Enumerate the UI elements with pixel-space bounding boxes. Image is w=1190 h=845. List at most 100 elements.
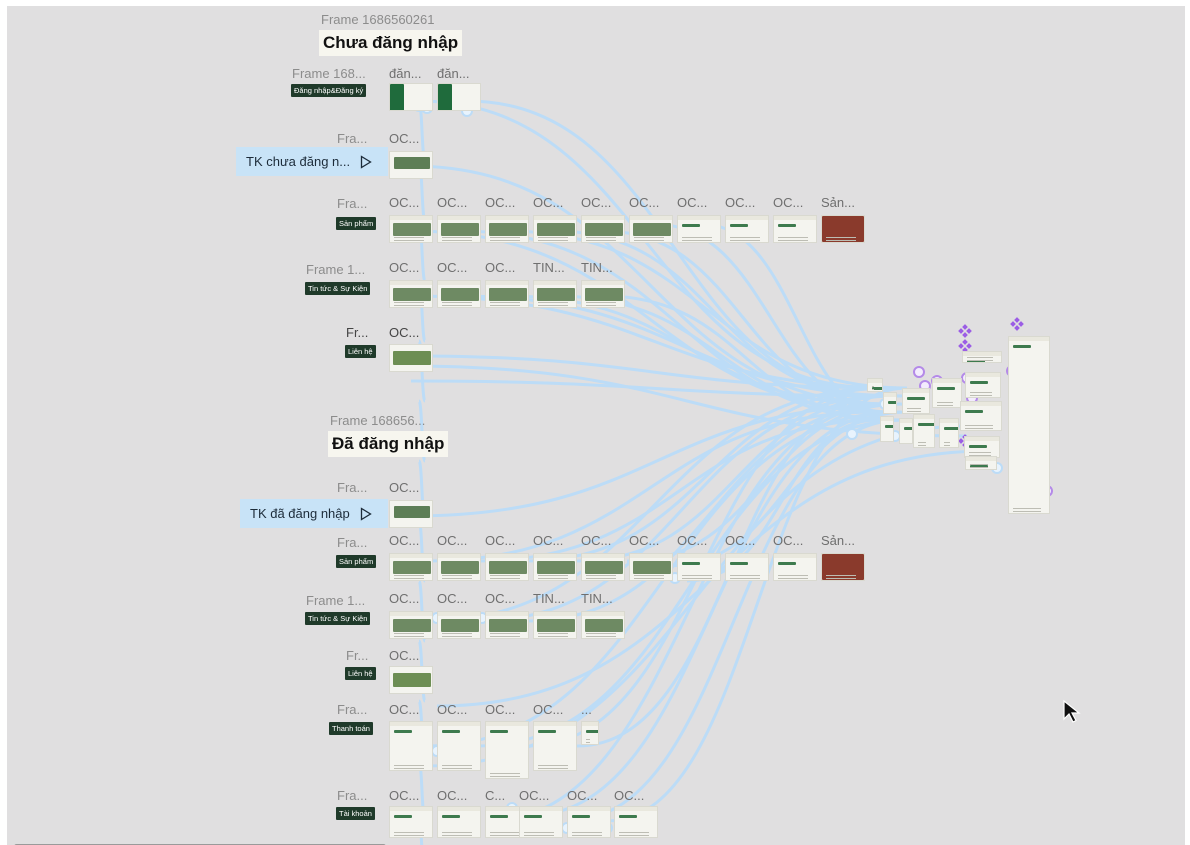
home-auth-frame-thumbnail[interactable] bbox=[389, 500, 433, 528]
frame-label[interactable]: OC... bbox=[437, 533, 467, 548]
frame-label[interactable]: OC... bbox=[677, 533, 707, 548]
frame-thumbnail[interactable] bbox=[437, 806, 481, 838]
frame-label[interactable]: TIN... bbox=[581, 260, 613, 275]
frame-label[interactable]: OC... bbox=[485, 591, 515, 606]
frame-label[interactable]: OC... bbox=[725, 533, 755, 548]
frame-thumbnail[interactable] bbox=[883, 392, 897, 414]
frame-label[interactable]: OC... bbox=[389, 591, 419, 606]
frame-thumbnail[interactable] bbox=[880, 416, 894, 442]
frame-thumbnail[interactable] bbox=[965, 372, 1001, 398]
frame-label[interactable]: OC... bbox=[437, 702, 467, 717]
frame-thumbnail[interactable] bbox=[519, 806, 563, 838]
frame-thumbnail[interactable] bbox=[821, 553, 865, 581]
frame-thumbnail[interactable] bbox=[614, 806, 658, 838]
frame-thumbnail[interactable] bbox=[677, 553, 721, 581]
frame-label[interactable]: OC... bbox=[629, 533, 659, 548]
flow-start-unauth-button[interactable]: TK chưa đăng n... bbox=[236, 147, 388, 176]
frame-thumbnail[interactable] bbox=[389, 280, 433, 308]
frame-thumbnail[interactable] bbox=[932, 378, 962, 408]
frame-label[interactable]: OC... bbox=[533, 533, 563, 548]
frame-thumbnail[interactable] bbox=[389, 806, 433, 838]
frame-thumbnail[interactable] bbox=[389, 553, 433, 581]
frame-thumbnail[interactable] bbox=[533, 553, 577, 581]
frame-thumbnail[interactable] bbox=[533, 215, 577, 243]
frame-thumbnail[interactable] bbox=[567, 806, 611, 838]
register-frame-thumbnail[interactable] bbox=[437, 83, 481, 111]
frame-label[interactable]: Fra... bbox=[337, 131, 367, 146]
frame-label[interactable]: OC... bbox=[389, 533, 419, 548]
frame-label[interactable]: OC... bbox=[485, 533, 515, 548]
frame-thumbnail[interactable] bbox=[485, 611, 529, 639]
frame-label[interactable]: OC... bbox=[389, 788, 419, 803]
frame-thumbnail[interactable] bbox=[902, 388, 930, 414]
frame-label[interactable]: OC... bbox=[485, 260, 515, 275]
frame-label[interactable]: OC... bbox=[437, 591, 467, 606]
frame-thumbnail[interactable] bbox=[485, 280, 529, 308]
frame-label-auth[interactable]: Frame 168656... bbox=[330, 413, 425, 428]
frame-label[interactable]: đăn... bbox=[389, 66, 422, 81]
frame-thumbnail[interactable] bbox=[773, 553, 817, 581]
frame-thumbnail[interactable] bbox=[725, 215, 769, 243]
contact-auth-frame-thumbnail[interactable] bbox=[389, 666, 433, 694]
frame-label[interactable]: C... bbox=[485, 788, 505, 803]
frame-thumbnail[interactable] bbox=[533, 611, 577, 639]
frame-thumbnail[interactable] bbox=[962, 351, 1002, 363]
frame-thumbnail[interactable] bbox=[581, 721, 599, 745]
frame-label[interactable]: OC... bbox=[533, 702, 563, 717]
flow-start-auth-button[interactable]: TK đã đăng nhập bbox=[240, 499, 388, 528]
frame-thumbnail[interactable] bbox=[533, 280, 577, 308]
frame-label[interactable]: OC... bbox=[485, 195, 515, 210]
section-title-auth[interactable]: Đã đăng nhập bbox=[328, 431, 449, 457]
frame-label[interactable]: Sản... bbox=[821, 195, 855, 210]
frame-label[interactable]: OC... bbox=[677, 195, 707, 210]
frame-label[interactable]: OC... bbox=[581, 533, 611, 548]
frame-label[interactable]: OC... bbox=[773, 533, 803, 548]
frame-label[interactable]: ... bbox=[581, 702, 592, 717]
frame-label-unauth[interactable]: Frame 1686560261 bbox=[321, 12, 434, 27]
frame-thumbnail[interactable] bbox=[899, 418, 913, 444]
frame-thumbnail[interactable] bbox=[960, 401, 1002, 431]
frame-thumbnail[interactable] bbox=[581, 215, 625, 243]
frame-label[interactable]: Frame 1... bbox=[306, 262, 365, 277]
frame-thumbnail[interactable] bbox=[437, 215, 481, 243]
frame-label[interactable]: Fra... bbox=[337, 535, 367, 550]
frame-thumbnail[interactable] bbox=[485, 215, 529, 243]
frame-label[interactable]: OC... bbox=[389, 702, 419, 717]
frame-thumbnail[interactable] bbox=[677, 215, 721, 243]
frame-label[interactable]: OC... bbox=[519, 788, 549, 803]
frame-label[interactable]: OC... bbox=[389, 648, 419, 663]
frame-thumbnail[interactable] bbox=[725, 553, 769, 581]
frame-label[interactable]: OC... bbox=[437, 260, 467, 275]
frame-label[interactable]: OC... bbox=[581, 195, 611, 210]
frame-label[interactable]: Frame 1... bbox=[306, 593, 365, 608]
frame-label[interactable]: OC... bbox=[389, 131, 419, 146]
frame-label[interactable]: OC... bbox=[567, 788, 597, 803]
frame-thumbnail[interactable] bbox=[389, 215, 433, 243]
frame-thumbnail[interactable] bbox=[1008, 336, 1050, 514]
frame-label[interactable]: OC... bbox=[389, 260, 419, 275]
frame-thumbnail[interactable] bbox=[913, 414, 935, 448]
frame-label[interactable]: OC... bbox=[437, 195, 467, 210]
frame-thumbnail[interactable] bbox=[939, 418, 959, 448]
frame-label[interactable]: TIN... bbox=[533, 591, 565, 606]
frame-label[interactable]: OC... bbox=[485, 702, 515, 717]
frame-label[interactable]: OC... bbox=[389, 195, 419, 210]
frame-label[interactable]: Fra... bbox=[337, 702, 367, 717]
frame-label[interactable]: đăn... bbox=[437, 66, 470, 81]
home-frame-thumbnail[interactable] bbox=[389, 151, 433, 179]
frame-label[interactable]: Fra... bbox=[337, 196, 367, 211]
frame-thumbnail[interactable] bbox=[821, 215, 865, 243]
frame-label[interactable]: OC... bbox=[614, 788, 644, 803]
frame-thumbnail[interactable] bbox=[389, 611, 433, 639]
frame-label[interactable]: OC... bbox=[773, 195, 803, 210]
frame-label[interactable]: Sản... bbox=[821, 533, 855, 548]
contact-frame-thumbnail[interactable] bbox=[389, 344, 433, 372]
connection-node[interactable] bbox=[846, 428, 858, 440]
frame-thumbnail[interactable] bbox=[485, 721, 529, 779]
component-node[interactable] bbox=[913, 366, 925, 378]
frame-label[interactable]: Fr... bbox=[346, 648, 368, 663]
frame-thumbnail[interactable] bbox=[581, 611, 625, 639]
frame-thumbnail[interactable] bbox=[437, 611, 481, 639]
frame-thumbnail[interactable] bbox=[437, 721, 481, 771]
frame-thumbnail[interactable] bbox=[485, 553, 529, 581]
